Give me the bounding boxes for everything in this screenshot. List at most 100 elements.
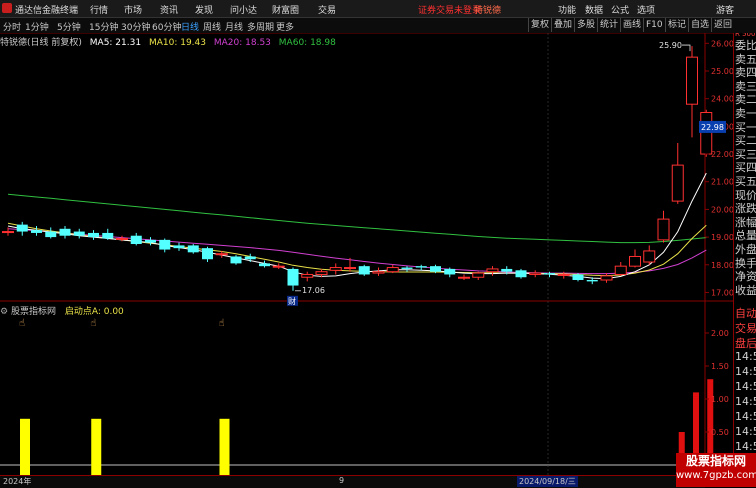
period-1min[interactable]: 1分钟	[25, 20, 49, 33]
menu-quotes[interactable]: 行情	[90, 3, 108, 16]
price-axis-label: 21.00	[711, 178, 733, 187]
period-monthly[interactable]: 月线	[225, 20, 243, 33]
menu-options[interactable]: 选项	[637, 3, 655, 16]
candlestick[interactable]	[145, 237, 156, 246]
menu-wealth[interactable]: 财富圈	[272, 3, 299, 16]
btn-watchlist[interactable]: 自选	[688, 18, 711, 32]
menu-ask[interactable]: 问小达	[230, 3, 257, 16]
price-axis-label: 25.00	[711, 67, 733, 76]
menu-trade[interactable]: 交易	[318, 3, 336, 16]
candlestick[interactable]	[671, 142, 684, 204]
candlestick[interactable]	[73, 228, 85, 239]
title-bar: 通达信金融终端 行情 市场 资讯 发现 问小达 财富圈 交易 证券交易未登录 特…	[0, 0, 756, 18]
candlestick[interactable]	[130, 232, 142, 246]
kline-chart[interactable]: ☝☝☝ 26.0025.0024.0023.0022.0021.0020.001…	[0, 33, 733, 475]
period-more[interactable]: 更多	[276, 20, 294, 33]
candlestick[interactable]	[202, 246, 213, 263]
ma5-label: MA5: 21.31	[89, 38, 142, 48]
candlestick[interactable]	[458, 274, 470, 281]
candlestick[interactable]	[415, 264, 427, 271]
period-30min[interactable]: 30分钟	[121, 20, 150, 33]
finance-event-label: 财	[288, 296, 296, 306]
candlestick[interactable]	[386, 264, 399, 274]
candle-body-up	[386, 267, 399, 273]
period-15min[interactable]: 15分钟	[89, 20, 118, 33]
candlestick[interactable]	[301, 271, 314, 282]
user-guest[interactable]: 游客	[716, 3, 734, 16]
candlestick[interactable]	[372, 267, 385, 276]
candlestick[interactable]	[244, 253, 256, 263]
candlestick[interactable]	[173, 242, 185, 251]
candle-body-down	[16, 224, 28, 232]
btn-mark[interactable]: 标记	[665, 18, 688, 32]
candle-body-down	[202, 248, 213, 260]
period-60min[interactable]: 60分钟	[152, 20, 181, 33]
site-watermark: 股票指标网 www.7gpzb.com	[676, 453, 756, 487]
candlestick[interactable]	[657, 210, 670, 243]
signal-bar-yellow	[219, 418, 230, 475]
candlestick[interactable]	[472, 271, 485, 281]
candlestick[interactable]	[287, 267, 299, 291]
menu-function[interactable]: 功能	[558, 3, 576, 16]
candle-body-up	[2, 231, 14, 234]
time-axis	[0, 475, 705, 488]
candlestick[interactable]	[643, 245, 656, 265]
period-daily[interactable]: 日线	[181, 20, 199, 33]
candle-body-down	[544, 273, 555, 275]
candle-body-down	[572, 274, 584, 281]
indicator-settings-icon[interactable]: ⚙	[0, 307, 8, 317]
candlestick[interactable]	[686, 46, 698, 138]
trade-login-warning[interactable]: 证券交易未登录	[418, 3, 481, 16]
candlestick[interactable]	[259, 260, 270, 268]
candlestick[interactable]	[401, 266, 413, 272]
candle-body-down	[73, 231, 85, 236]
candlestick[interactable]	[358, 264, 370, 276]
candlestick[interactable]	[88, 230, 99, 240]
indicator-name[interactable]: 股票指标网	[11, 307, 56, 317]
trade-log-item: 14:50	[735, 365, 756, 378]
menu-discover[interactable]: 发现	[195, 3, 213, 16]
candlestick[interactable]	[102, 228, 114, 240]
watermark-url: www.7gpzb.com	[676, 470, 756, 481]
stock-title: 特锐德(日线 前复权)	[0, 38, 82, 48]
period-tick[interactable]: 分时	[3, 20, 21, 33]
candlestick[interactable]	[329, 263, 342, 275]
candlestick[interactable]	[529, 270, 542, 278]
candle-body-up	[686, 56, 698, 105]
btn-stats[interactable]: 统计	[597, 18, 620, 32]
signal-bar-yellow	[91, 418, 102, 475]
menu-market[interactable]: 市场	[124, 3, 142, 16]
btn-overlay[interactable]: 叠加	[551, 18, 574, 32]
candle-body-up	[458, 276, 470, 279]
period-5min[interactable]: 5分钟	[57, 20, 81, 33]
candlestick[interactable]	[59, 226, 71, 239]
btn-adjust[interactable]: 复权	[528, 18, 551, 32]
candlestick[interactable]	[444, 267, 456, 278]
period-multi[interactable]: 多周期	[247, 20, 274, 33]
btn-f10[interactable]: F10	[643, 18, 665, 32]
candlestick[interactable]	[629, 249, 641, 268]
price-axis-label: 26.00	[711, 39, 733, 48]
candlestick[interactable]	[515, 268, 527, 279]
candlestick[interactable]	[16, 221, 28, 236]
candlestick[interactable]	[187, 244, 199, 254]
indicator-axis-label: 1.00	[711, 395, 729, 404]
menu-formula[interactable]: 公式	[611, 3, 629, 16]
candlestick[interactable]	[45, 227, 57, 239]
candlestick[interactable]	[486, 266, 499, 276]
low-price-label: 17.06	[302, 286, 325, 295]
btn-multi-stock[interactable]: 多股	[574, 18, 597, 32]
candlestick[interactable]	[159, 238, 171, 253]
menu-news[interactable]: 资讯	[160, 3, 178, 16]
watermark-title: 股票指标网	[685, 454, 746, 468]
candlestick[interactable]	[230, 255, 242, 265]
btn-back[interactable]: 返回	[711, 18, 734, 32]
stock-name-link[interactable]: 特锐德	[474, 3, 501, 16]
candlestick[interactable]	[614, 262, 627, 276]
candlestick[interactable]	[600, 273, 613, 283]
candlestick[interactable]	[31, 226, 42, 236]
price-axis-label: 19.00	[711, 233, 733, 242]
menu-data[interactable]: 数据	[585, 3, 603, 16]
btn-draw[interactable]: 画线	[620, 18, 643, 32]
period-weekly[interactable]: 周线	[203, 20, 221, 33]
